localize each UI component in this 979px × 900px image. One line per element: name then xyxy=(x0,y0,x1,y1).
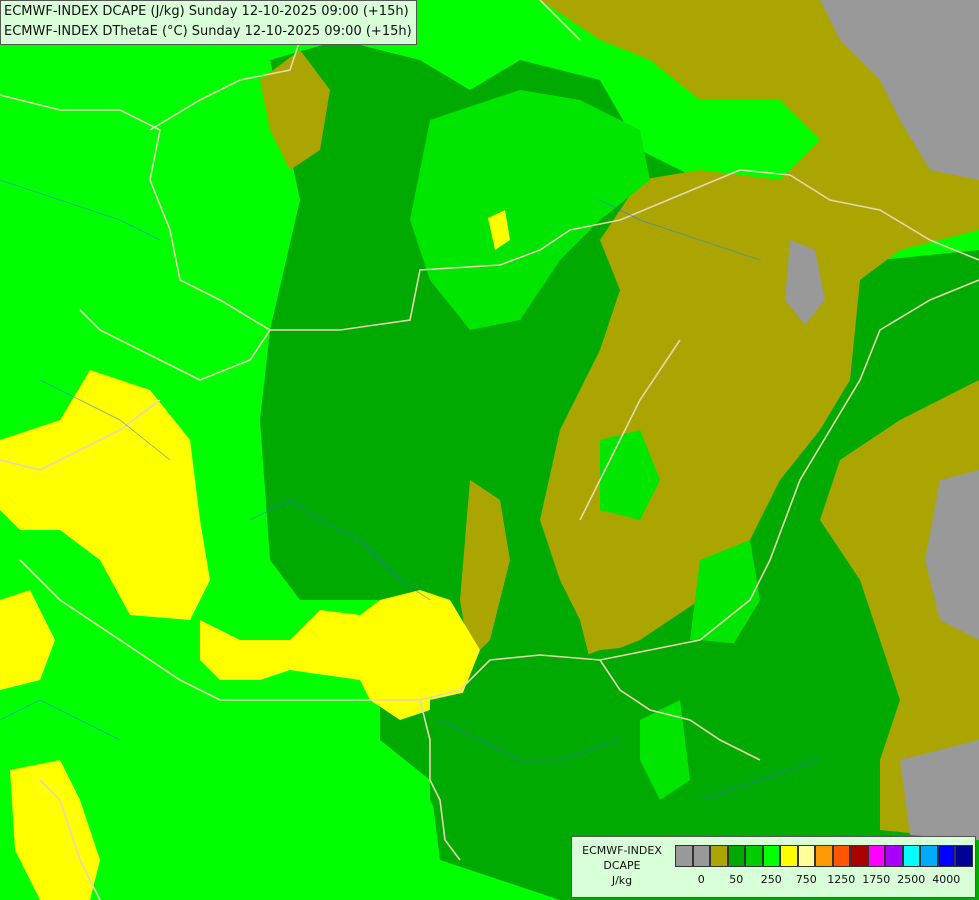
legend-swatch xyxy=(727,845,745,867)
legend-swatch xyxy=(902,845,920,867)
legend-unit: J/kg xyxy=(611,874,633,887)
legend-swatch xyxy=(815,845,833,867)
color-legend: ECMWF-INDEX DCAPE J/kg 0 50 250 750 1250 1750… xyxy=(571,836,976,898)
legend-swatch xyxy=(780,845,798,867)
legend-variable: DCAPE xyxy=(603,859,641,872)
legend-swatch xyxy=(675,845,693,867)
legend-header: ECMWF-INDEX DCAPE J/kg xyxy=(576,843,668,888)
map-title-dthetae: ECMWF-INDEX DThetaE (°C) Sunday 12-10-20… xyxy=(4,24,412,39)
weather-map: ECMWF-INDEX DCAPE (J/kg) Sunday 12-10-20… xyxy=(0,0,979,900)
legend-swatch xyxy=(920,845,938,867)
legend-swatch xyxy=(937,845,955,867)
legend-tick-label: 750 xyxy=(795,873,817,886)
map-title-dcape: ECMWF-INDEX DCAPE (J/kg) Sunday 12-10-20… xyxy=(4,4,409,19)
legend-ticks: 0 50 250 750 1250 1750 2500 4000 xyxy=(675,873,975,889)
legend-tick-label: 1250 xyxy=(827,873,856,886)
legend-swatch xyxy=(797,845,815,867)
legend-tick-label: 2500 xyxy=(897,873,926,886)
legend-swatch xyxy=(762,845,780,867)
legend-swatch xyxy=(867,845,885,867)
legend-swatch xyxy=(692,845,710,867)
legend-tick-label: 0 xyxy=(697,873,705,886)
legend-swatch xyxy=(710,845,728,867)
legend-tick-label: 1750 xyxy=(862,873,891,886)
map-title-box: ECMWF-INDEX DCAPE (J/kg) Sunday 12-10-20… xyxy=(0,0,417,45)
legend-tick-label: 50 xyxy=(729,873,744,886)
legend-swatch xyxy=(832,845,850,867)
dcape-field-map xyxy=(0,0,979,900)
legend-swatch xyxy=(955,845,973,867)
legend-source: ECMWF-INDEX xyxy=(582,844,662,857)
legend-swatch xyxy=(885,845,903,867)
legend-swatches xyxy=(675,845,973,867)
legend-tick-label: 4000 xyxy=(932,873,961,886)
legend-swatch xyxy=(745,845,763,867)
legend-tick-label: 250 xyxy=(760,873,782,886)
legend-swatch xyxy=(850,845,868,867)
